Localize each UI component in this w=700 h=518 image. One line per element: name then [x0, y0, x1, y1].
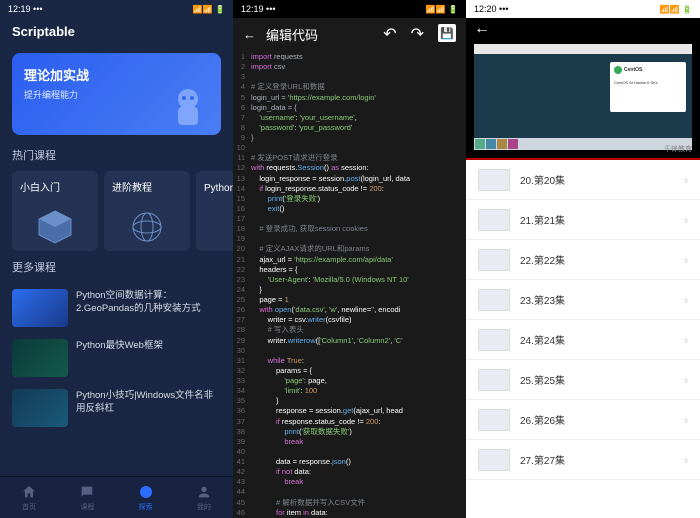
episode-item[interactable]: 25.第25集› [466, 360, 700, 400]
episode-item[interactable]: 20.第20集› [466, 160, 700, 200]
course-card[interactable]: 小白入门 [12, 171, 98, 251]
episode-item[interactable]: 27.第27集› [466, 440, 700, 480]
editor-title: 编辑代码 [266, 25, 318, 44]
episode-list[interactable]: 20.第20集›21.第21集›22.第22集›23.第23集›24.第24集›… [466, 160, 700, 518]
episode-thumb [478, 289, 510, 311]
tab-home[interactable]: 首页 [21, 484, 37, 512]
episode-thumb [478, 329, 510, 351]
episode-thumb [478, 169, 510, 191]
app-title: Scriptable [0, 18, 233, 45]
status-bar: 12:19 ••• 📶📶 🔋 [0, 0, 233, 18]
chevron-right-icon: › [684, 293, 688, 307]
slide: CentOS CentOS At HackerX SKL [610, 62, 686, 112]
chat-icon [79, 484, 95, 500]
home-icon [21, 484, 37, 500]
chevron-right-icon: › [684, 213, 688, 227]
video-player[interactable]: CentOS CentOS At HackerX SKL 千锋教育 [466, 40, 700, 160]
tab-bar: 首页 课程 探索 我的 [0, 476, 233, 518]
episode-thumb [478, 209, 510, 231]
course-card[interactable]: Python 基 [196, 171, 233, 251]
undo-icon[interactable]: ↶ [383, 24, 396, 44]
save-icon[interactable]: 💾 [438, 24, 456, 42]
compass-icon [138, 484, 154, 500]
user-icon [196, 484, 212, 500]
robot-icon [163, 81, 213, 131]
episode-item[interactable]: 22.第22集› [466, 240, 700, 280]
course-thumb [12, 339, 68, 377]
episode-item[interactable]: 23.第23集› [466, 280, 700, 320]
episode-item[interactable]: 21.第21集› [466, 200, 700, 240]
back-icon[interactable]: ← [243, 27, 256, 42]
list-item[interactable]: Python最快Web框架 [12, 333, 221, 383]
globe-icon [126, 209, 168, 245]
back-icon[interactable]: ← [474, 20, 490, 38]
redo-icon[interactable]: ↷ [411, 24, 424, 44]
list-item[interactable]: Python小技巧|Windows文件名非用反斜杠 [12, 383, 221, 433]
code-editor-app: 12:19 ••• 📶📶 🔋 ← 编辑代码 ↶ ↷ 💾 1import requ… [233, 0, 466, 518]
chevron-right-icon: › [684, 173, 688, 187]
episode-thumb [478, 449, 510, 471]
course-thumb [12, 289, 68, 327]
video-course-app: 12:20 ••• 📶📶 🔋 ← CentOS CentOS At Hacker… [466, 0, 700, 518]
video-nav: ← [466, 18, 700, 40]
course-thumb [12, 389, 68, 427]
chevron-right-icon: › [684, 373, 688, 387]
chevron-right-icon: › [684, 333, 688, 347]
status-bar: 12:19 ••• 📶📶 🔋 [233, 0, 466, 18]
section-hot-label: 热门课程 [0, 143, 233, 167]
episode-item[interactable]: 24.第24集› [466, 320, 700, 360]
tab-me[interactable]: 我的 [196, 484, 212, 512]
more-courses: Python空间数据计算：2.GeoPandas的几种安装方式 Python最快… [0, 279, 233, 476]
chevron-right-icon: › [684, 413, 688, 427]
hot-courses: 小白入门 进阶教程 Python 基 [0, 167, 233, 255]
code-area[interactable]: 1import requests2import csv34# 定义登录URL和数… [233, 50, 466, 518]
cube-icon [34, 209, 76, 245]
hero-banner[interactable]: 理论加实战 提升编程能力 [12, 53, 221, 135]
episode-item[interactable]: 26.第26集› [466, 400, 700, 440]
tab-courses[interactable]: 课程 [79, 484, 95, 512]
status-bar: 12:20 ••• 📶📶 🔋 [466, 0, 700, 18]
scriptable-app: 12:19 ••• 📶📶 🔋 Scriptable 理论加实战 提升编程能力 热… [0, 0, 233, 518]
episode-thumb [478, 369, 510, 391]
video-content: CentOS CentOS At HackerX SKL [474, 44, 692, 150]
tab-explore[interactable]: 探索 [138, 484, 154, 512]
chevron-right-icon: › [684, 453, 688, 467]
chevron-right-icon: › [684, 253, 688, 267]
watermark: 千锋教育 [664, 144, 692, 154]
episode-thumb [478, 409, 510, 431]
list-item[interactable]: Python空间数据计算：2.GeoPandas的几种安装方式 [12, 283, 221, 333]
section-more-label: 更多课程 [0, 255, 233, 279]
editor-header: ← 编辑代码 ↶ ↷ 💾 [233, 18, 466, 50]
course-card[interactable]: 进阶教程 [104, 171, 190, 251]
episode-thumb [478, 249, 510, 271]
